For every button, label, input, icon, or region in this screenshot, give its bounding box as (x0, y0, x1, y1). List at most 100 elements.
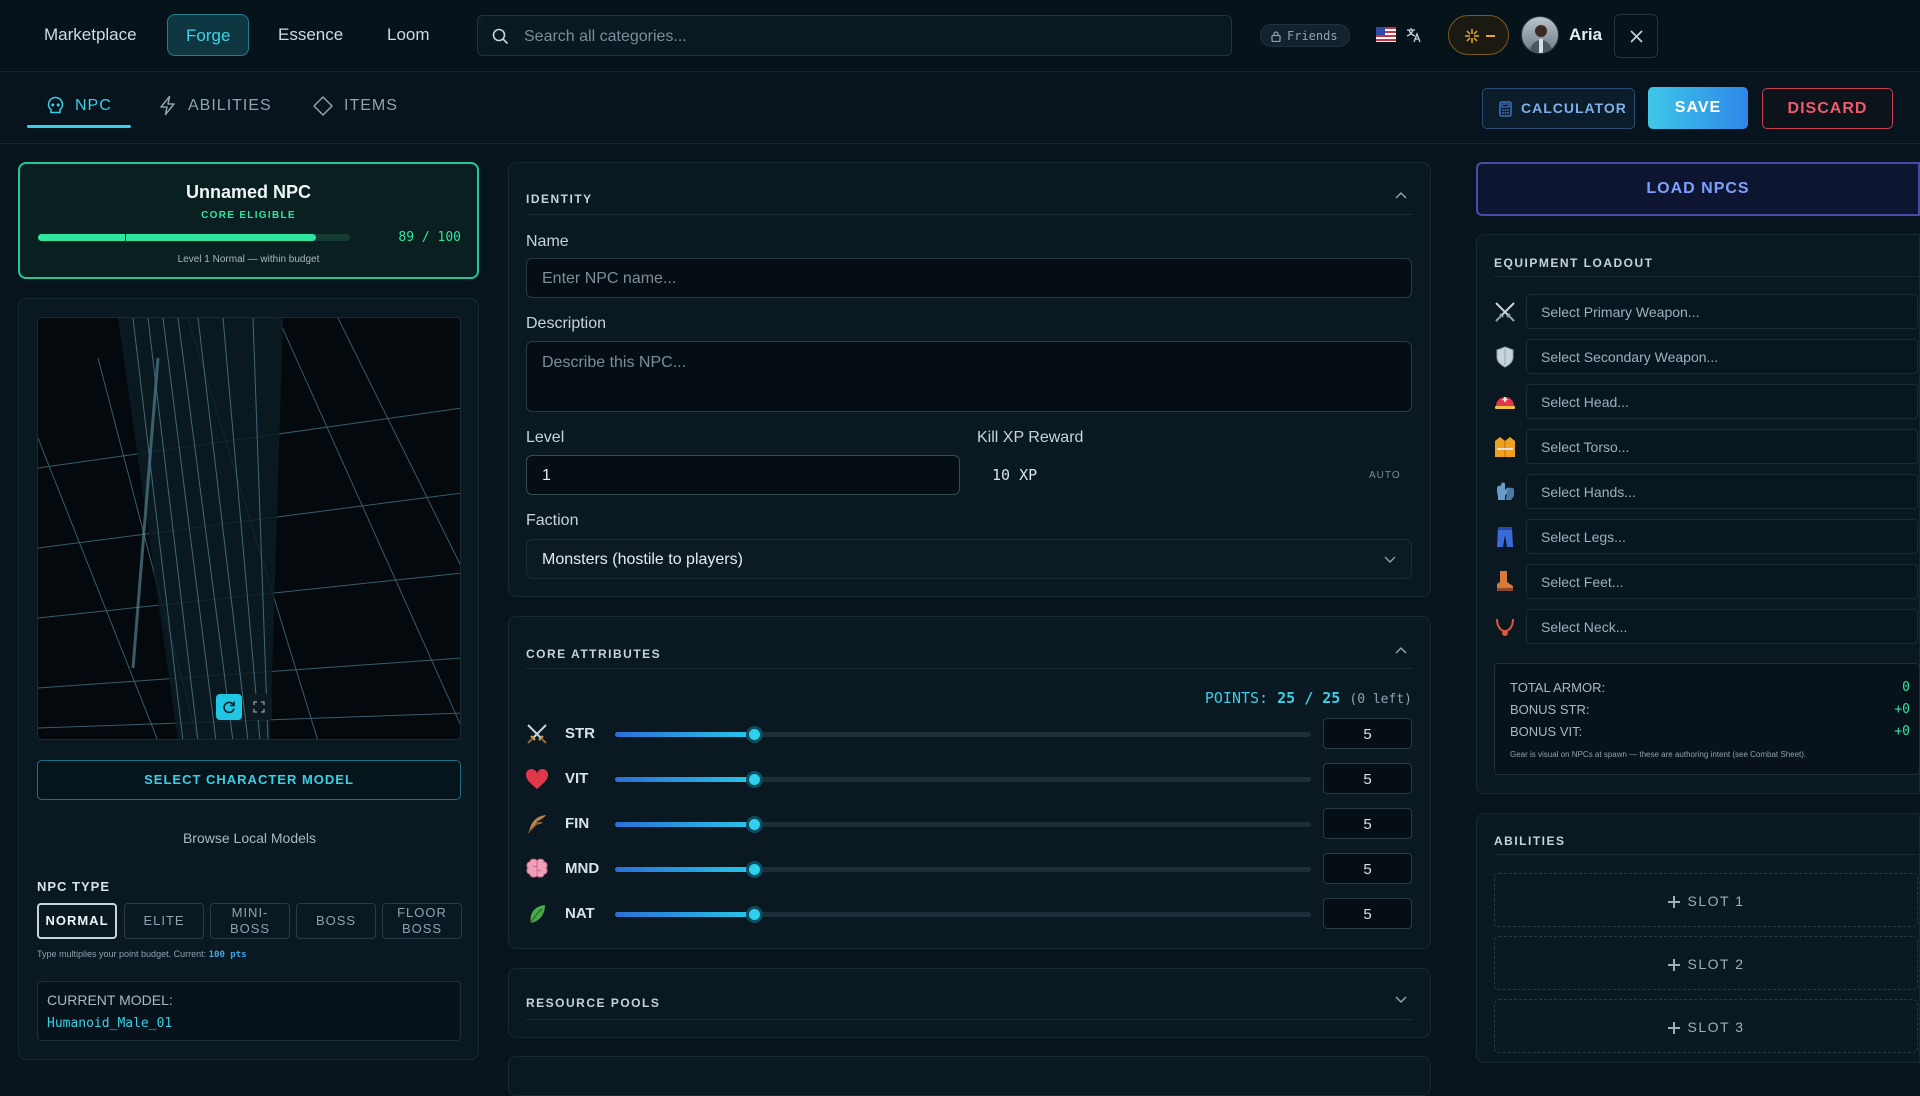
tab-items-label: ITEMS (344, 97, 398, 114)
npc-type-floor-boss[interactable]: FLOOR BOSS (382, 903, 462, 939)
stat-total-armor-value: 0 (1902, 680, 1910, 695)
nat-slider-knob[interactable] (746, 906, 764, 923)
primary-weapon-select[interactable]: Select Primary Weapon... (1526, 294, 1918, 329)
crossed-swords-icon (525, 722, 549, 746)
minus-icon (1486, 35, 1495, 37)
tab-items[interactable]: ITEMS (312, 95, 398, 135)
avatar[interactable] (1521, 16, 1559, 54)
rotate-button[interactable] (216, 694, 242, 720)
npc-type-mini-boss[interactable]: MINI-BOSS (210, 903, 290, 939)
secondary-weapon-select[interactable]: Select Secondary Weapon... (1526, 339, 1918, 374)
expand-chevron-icon[interactable] (1395, 996, 1407, 1004)
nat-value-input[interactable]: 5 (1323, 898, 1412, 929)
feet-select[interactable]: Select Feet... (1526, 564, 1918, 599)
mnd-slider[interactable] (615, 861, 1311, 878)
search-icon (492, 28, 509, 45)
nat-slider[interactable] (615, 906, 1311, 923)
head-select[interactable]: Select Head... (1526, 384, 1918, 419)
tab-abilities[interactable]: ABILITIES (158, 95, 272, 135)
search-input[interactable]: Search all categories... (477, 15, 1232, 56)
core-eligible-badge: CORE ELIGIBLE (201, 210, 296, 221)
nav-forge[interactable]: Forge (167, 14, 250, 56)
heart-icon (525, 768, 549, 790)
translate-icon[interactable] (1405, 26, 1423, 44)
equipment-slot-hands: Select Hands... (1494, 474, 1918, 509)
user-name[interactable]: Aria (1569, 25, 1602, 45)
plus-icon (1667, 959, 1680, 972)
crossed-swords-icon (1494, 301, 1516, 323)
ability-slot-2[interactable]: SLOT 2 (1494, 936, 1918, 990)
vit-value-input[interactable]: 5 (1323, 763, 1412, 794)
calculator-button[interactable]: CALCULATOR (1482, 88, 1635, 129)
resource-divider (526, 1019, 1413, 1020)
neck-placeholder: Select Neck... (1541, 619, 1628, 635)
ability-slot-1[interactable]: SLOT 1 (1494, 873, 1918, 927)
stat-bonus-vit-label: BONUS VIT: (1510, 724, 1583, 739)
mnd-value-input[interactable]: 5 (1323, 853, 1412, 884)
npc-type-title: NPC TYPE (37, 879, 111, 894)
mnd-slider-knob[interactable] (746, 861, 764, 878)
browse-local-models-link[interactable]: Browse Local Models (19, 830, 480, 846)
vit-slider-knob[interactable] (746, 771, 764, 788)
equipment-divider (1494, 276, 1920, 277)
description-textarea[interactable]: Describe this NPC... (526, 341, 1412, 412)
fullscreen-button[interactable] (246, 694, 272, 720)
equipment-note: Gear is visual on NPCs at spawn — these … (1510, 750, 1807, 759)
primary-weapon-placeholder: Select Primary Weapon... (1541, 304, 1700, 320)
save-button[interactable]: SAVE (1648, 87, 1748, 129)
nav-essence[interactable]: Essence (260, 14, 361, 56)
next-section-panel (508, 1056, 1431, 1096)
friends-button[interactable]: Friends (1260, 24, 1350, 47)
torso-select[interactable]: Select Torso... (1526, 429, 1918, 464)
equipment-slot-secondary: Select Secondary Weapon... (1494, 339, 1918, 374)
current-model-value: Humanoid_Male_01 (47, 1016, 173, 1031)
hands-placeholder: Select Hands... (1541, 484, 1636, 500)
legs-select[interactable]: Select Legs... (1526, 519, 1918, 554)
vit-slider[interactable] (615, 771, 1311, 788)
name-input[interactable]: Enter NPC name... (526, 258, 1412, 298)
budget-bar (38, 234, 350, 241)
secondary-weapon-placeholder: Select Secondary Weapon... (1541, 349, 1719, 365)
str-slider[interactable] (615, 726, 1311, 743)
npc-type-normal[interactable]: NORMAL (37, 903, 117, 939)
model-grid-graphic (38, 318, 460, 739)
resource-pools-panel[interactable]: RESOURCE POOLS (508, 968, 1431, 1038)
description-label: Description (526, 315, 607, 332)
npc-summary-card: Unnamed NPC CORE ELIGIBLE 89 / 100 Level… (18, 162, 479, 279)
level-input[interactable]: 1 (526, 455, 960, 495)
select-character-model-button[interactable]: SELECT CHARACTER MODEL (37, 760, 461, 800)
nav-marketplace[interactable]: Marketplace (26, 14, 155, 56)
tab-npc[interactable]: NPC (46, 95, 112, 135)
stat-bonus-str-value: +0 (1894, 702, 1910, 717)
str-value-input[interactable]: 5 (1323, 718, 1412, 749)
gloves-icon (1494, 481, 1516, 503)
npc-type-elite[interactable]: ELITE (124, 903, 204, 939)
budget-status: Level 1 Normal — within budget (177, 254, 320, 265)
hands-select[interactable]: Select Hands... (1526, 474, 1918, 509)
equipment-slot-legs: Select Legs... (1494, 519, 1918, 554)
collapse-chevron-icon[interactable] (1395, 646, 1407, 654)
core-attributes-title: CORE ATTRIBUTES (526, 647, 662, 661)
close-button[interactable] (1614, 14, 1658, 58)
model-viewport[interactable] (37, 317, 461, 740)
fin-value-input[interactable]: 5 (1323, 808, 1412, 839)
str-slider-knob[interactable] (746, 726, 764, 743)
load-npcs-button[interactable]: LOAD NPCS (1476, 162, 1920, 216)
npc-type-boss[interactable]: BOSS (296, 903, 376, 939)
fin-slider[interactable] (615, 816, 1311, 833)
kill-xp-auto: AUTO (1369, 470, 1401, 481)
us-flag-icon[interactable] (1376, 27, 1396, 42)
theme-toggle[interactable] (1448, 15, 1509, 55)
fin-slider-knob[interactable] (746, 816, 764, 833)
description-placeholder: Describe this NPC... (542, 354, 687, 371)
chevron-down-icon (1384, 556, 1396, 564)
discard-button[interactable]: DISCARD (1762, 88, 1893, 129)
nav-loom[interactable]: Loom (369, 14, 448, 56)
pants-icon (1496, 526, 1514, 548)
neck-select[interactable]: Select Neck... (1526, 609, 1918, 644)
editor-tab-bar: NPC ABILITIES ITEMS CALCULATOR SAVE DISC… (0, 73, 1920, 144)
stat-bonus-vit: BONUS VIT: +0 (1510, 724, 1910, 739)
collapse-chevron-icon[interactable] (1395, 191, 1407, 199)
faction-select[interactable]: Monsters (hostile to players) (526, 539, 1412, 579)
ability-slot-3[interactable]: SLOT 3 (1494, 999, 1918, 1053)
